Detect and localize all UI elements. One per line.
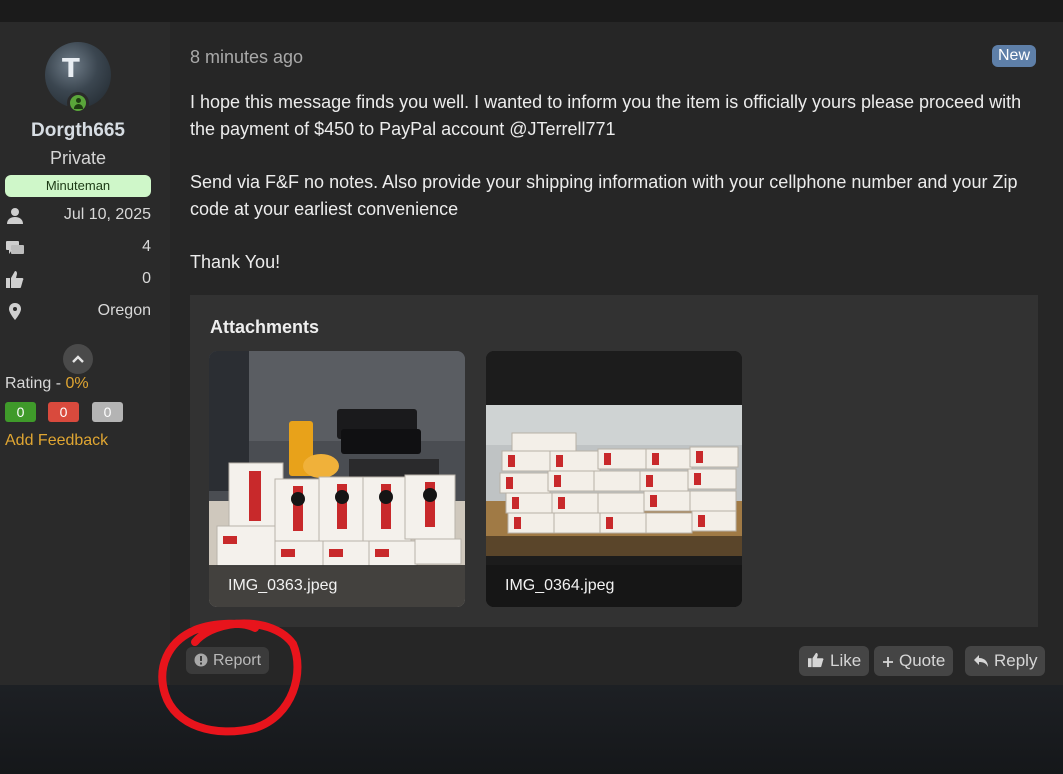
add-feedback-link[interactable]: Add Feedback [5,432,108,450]
rating: Rating - 0% [5,375,89,393]
thumbs-up-icon [6,271,24,288]
like-button[interactable]: Like [799,646,870,676]
stat-messages: 4 [5,236,151,260]
stat-reactions: 0 [5,268,151,292]
attachment-filename[interactable]: IMG_0364.jpeg [486,565,742,607]
forum-post: T Dorgth665 Private Minuteman Jul 10, 20… [0,22,1063,685]
like-label: Like [830,651,862,670]
plus-icon [883,657,893,667]
reaction-count: 0 [142,270,151,287]
joined-date: Jul 10, 2025 [63,206,151,223]
attachments-title: Attachments [210,317,320,337]
quote-button[interactable]: Quote [874,646,954,676]
feedback-negative[interactable]: 0 [48,402,79,422]
reply-button[interactable]: Reply [965,646,1046,676]
attachment-filename[interactable]: IMG_0363.jpeg [209,565,465,607]
reply-label: Reply [994,651,1038,670]
online-status-icon [67,92,89,114]
location-pin-icon [9,303,21,320]
thumbs-up-icon [808,652,824,668]
top-bar [0,0,1063,22]
collapse-button[interactable] [63,344,93,374]
feedback-positive[interactable]: 0 [5,402,36,422]
username[interactable]: Dorgth665 [0,120,156,142]
user-info-panel: T Dorgth665 Private Minuteman Jul 10, 20… [0,22,170,685]
rating-value: 0% [65,375,89,392]
messages-icon [6,241,24,254]
quote-label: Quote [899,651,946,670]
new-badge: New [992,45,1037,67]
stat-joined: Jul 10, 2025 [5,204,151,228]
stat-location: Oregon [5,300,151,324]
message-paragraph: I hope this message finds you well. I wa… [190,92,1022,139]
chevron-up-icon [72,355,84,363]
attachment-thumbnail[interactable]: IMG_0364.jpeg [486,351,742,607]
location[interactable]: Oregon [98,302,151,320]
feedback-neutral[interactable]: 0 [92,402,123,422]
message-paragraph: Send via F&F no notes. Also provide your… [190,172,1018,219]
message-count: 4 [142,238,151,255]
user-banner: Minuteman [5,175,151,197]
user-icon [7,208,23,224]
message-paragraph: Thank You! [190,252,281,272]
post-timestamp[interactable]: 8 minutes ago [190,47,303,68]
rating-label: Rating - [5,375,66,392]
attachments-box: Attachments IMG_0363.jpeg IMG_0364.jpeg [190,295,1038,627]
red-annotation-circle [158,619,302,736]
avatar-glyph: T [62,54,80,84]
user-title: Private [49,148,107,168]
reply-arrow-icon [974,655,988,667]
attachment-thumbnail[interactable]: IMG_0363.jpeg [209,351,465,607]
